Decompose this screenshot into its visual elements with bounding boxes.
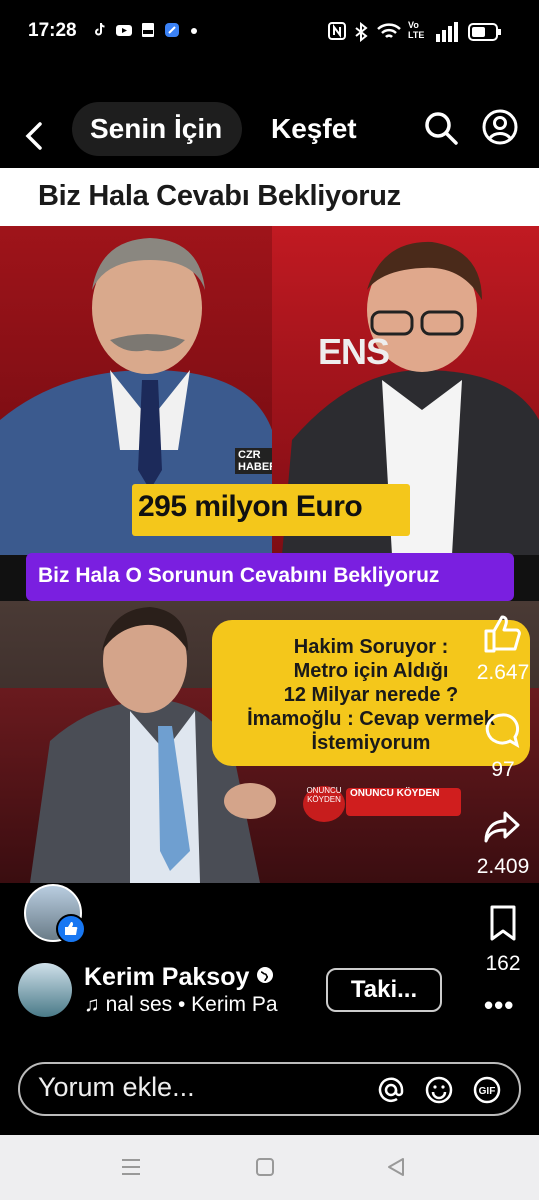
like-icon[interactable] bbox=[482, 615, 522, 653]
watermark-logo: ONUNCU KÖYDEN bbox=[303, 786, 345, 822]
author-avatar[interactable] bbox=[18, 963, 72, 1017]
tab-senin-icin-label[interactable]: Senin İçin bbox=[90, 113, 222, 145]
caption-text: Biz Hala O Sorunun Cevabını Bekliyoruz bbox=[38, 564, 440, 587]
status-bar: 17:28 Vo LTE bbox=[0, 0, 539, 60]
more-options-icon[interactable]: ••• bbox=[484, 990, 514, 1021]
mention-icon[interactable] bbox=[376, 1075, 406, 1105]
video-player[interactable]: Biz Hala Cevabı Bekliyoruz CZR HABER ENS… bbox=[0, 168, 539, 883]
music-note-icon: ♫ bbox=[84, 993, 100, 1016]
battery-icon bbox=[468, 23, 501, 41]
save-count: 162 bbox=[485, 952, 521, 975]
nfc-icon bbox=[328, 22, 346, 40]
quote-line: İmamoğlu : Cevap vermek bbox=[247, 708, 495, 730]
system-navigation-bar bbox=[0, 1135, 539, 1200]
clock: 17:28 bbox=[28, 20, 77, 41]
home-icon[interactable] bbox=[255, 1157, 275, 1177]
recents-icon[interactable] bbox=[120, 1158, 142, 1176]
like-count: 2.647 bbox=[476, 661, 530, 684]
wifi-icon bbox=[377, 23, 401, 38]
search-icon[interactable] bbox=[423, 110, 459, 146]
back-nav-icon[interactable] bbox=[386, 1157, 406, 1177]
globe-icon bbox=[257, 967, 274, 983]
amount-banner-text: 295 milyon Euro bbox=[138, 490, 363, 523]
signal-icon bbox=[436, 22, 458, 42]
studio-sign: ENS bbox=[318, 331, 390, 372]
bluetooth-icon bbox=[355, 22, 368, 42]
tiktok-icon bbox=[95, 22, 105, 36]
quote-line: İstemiyorum bbox=[311, 732, 431, 754]
emoji-icon[interactable] bbox=[424, 1075, 454, 1105]
svg-text:GIF: GIF bbox=[479, 1086, 496, 1097]
tab-kesfet[interactable]: Keşfet bbox=[271, 113, 357, 145]
audio-track-text: nal ses • Kerim Pa bbox=[105, 993, 278, 1016]
comment-placeholder: Yorum ekle... bbox=[38, 1072, 195, 1102]
gif-icon[interactable]: GIF bbox=[472, 1075, 502, 1105]
share-icon[interactable] bbox=[483, 810, 521, 844]
app-icon bbox=[165, 23, 179, 37]
notification-dot bbox=[191, 28, 197, 34]
watermark-logo-text: ONUNCU KÖYDEN bbox=[306, 786, 342, 804]
back-arrow-icon[interactable] bbox=[22, 120, 46, 152]
follow-button[interactable]: Taki... bbox=[326, 968, 442, 1012]
video-title: Biz Hala Cevabı Bekliyoruz bbox=[38, 180, 401, 212]
author-name-text: Kerim Paksoy bbox=[84, 963, 250, 991]
watermark-label: ONUNCU KÖYDEN bbox=[346, 788, 461, 816]
comment-icon[interactable] bbox=[484, 712, 520, 748]
like-badge-icon bbox=[56, 914, 86, 944]
volte-icon: Vo LTE bbox=[408, 20, 425, 40]
author-name[interactable]: Kerim Paksoy bbox=[84, 963, 274, 992]
youtube-icon bbox=[116, 25, 132, 36]
pdf-icon bbox=[142, 23, 154, 37]
audio-track[interactable]: ♫ nal ses • Kerim Pa bbox=[84, 993, 304, 1017]
share-count: 2.409 bbox=[476, 855, 530, 878]
comment-count: 97 bbox=[491, 758, 515, 781]
frame-divider bbox=[0, 220, 539, 226]
profile-icon[interactable] bbox=[481, 108, 519, 146]
bookmark-icon[interactable] bbox=[488, 904, 518, 942]
quote-line: 12 Milyar nerede ? bbox=[283, 684, 459, 706]
